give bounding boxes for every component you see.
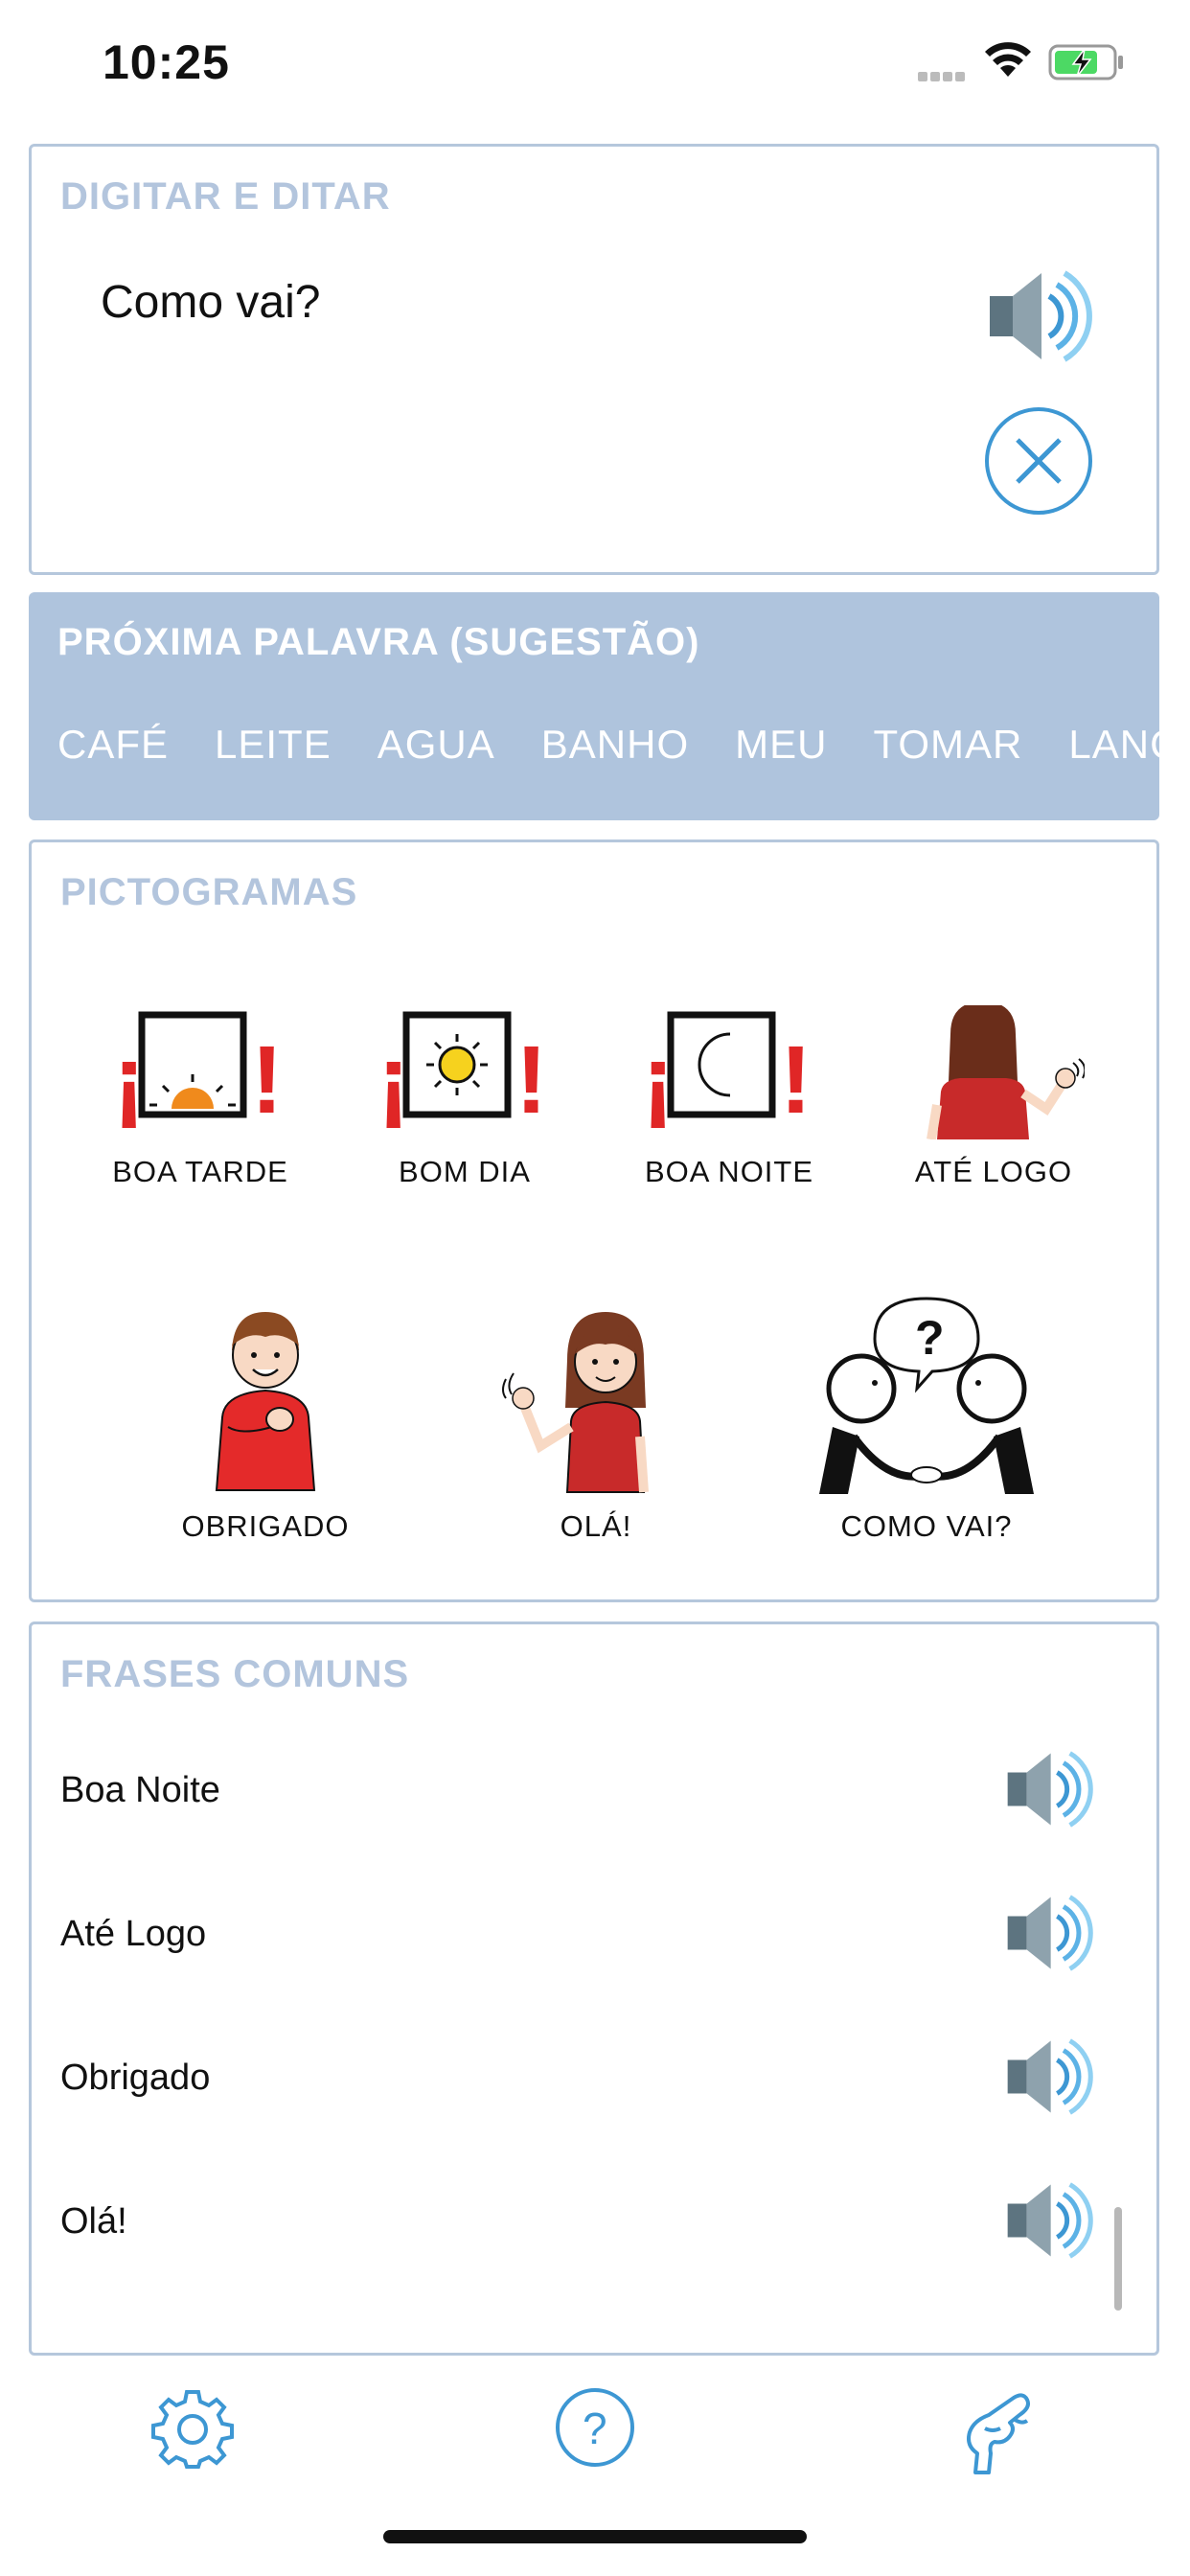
pictogram-como-vai[interactable]: ? COMO VAI? [802, 1293, 1051, 1544]
hand-icon[interactable] [956, 2386, 1039, 2478]
pictogram-ola[interactable]: OLÁ! [471, 1302, 721, 1544]
phrase-text: Olá! [60, 2201, 127, 2242]
suggestions-title: PRÓXIMA PALAVRA (SUGESTÃO) [57, 621, 700, 663]
suggestion-word[interactable]: CAFÉ [57, 722, 169, 768]
pictogram-boa-tarde[interactable]: ¡ ! BOA TARDE [76, 1005, 325, 1189]
pictogram-boa-noite[interactable]: ¡ ! BOA NOITE [605, 1005, 854, 1189]
suggestion-word[interactable]: TOMAR [873, 722, 1022, 768]
moon-icon: ¡ ! [642, 1011, 812, 1134]
pictogram-label: COMO VAI? [840, 1509, 1013, 1543]
phrase-row[interactable]: Boa Noite [32, 1720, 1156, 1864]
cellular-signal-icon [918, 69, 972, 81]
speak-button[interactable] [982, 264, 1097, 369]
status-time: 10:25 [103, 35, 230, 89]
girl-waving-icon [502, 1312, 649, 1493]
phrase-row[interactable]: Obrigado [32, 2008, 1156, 2151]
svg-text:?: ? [583, 2404, 607, 2453]
phrase-text: Até Logo [60, 1914, 207, 1954]
phrase-text: Boa Noite [60, 1770, 220, 1810]
pictogram-label: BOM DIA [399, 1155, 531, 1188]
thankful-boy-icon [215, 1312, 316, 1491]
svg-text:!: ! [251, 1026, 283, 1134]
common-phrases-card: FRASES COMUNS Boa Noite Até Logo Obrigad… [29, 1622, 1159, 2356]
two-people-question-icon: ? [819, 1297, 1034, 1494]
suggestion-word[interactable]: BANHO [541, 722, 689, 768]
speaker-icon[interactable] [1001, 1743, 1097, 1835]
suggestion-word[interactable]: MEU [735, 722, 827, 768]
pictogram-ate-logo[interactable]: ATÉ LOGO [869, 1005, 1118, 1189]
pictogram-label: BOA TARDE [112, 1155, 288, 1188]
pictogram-label: ATÉ LOGO [914, 1155, 1073, 1188]
bottom-toolbar: ? [0, 2386, 1190, 2549]
pictograms-title: PICTOGRAMAS [60, 871, 358, 913]
svg-text:!: ! [780, 1026, 812, 1134]
sunset-icon: ¡ ! [113, 1011, 283, 1134]
suggestion-word[interactable]: AGUA [378, 722, 495, 768]
gear-icon[interactable] [151, 2386, 234, 2469]
status-bar: 10:25 [0, 0, 1190, 134]
scrollbar[interactable] [1114, 2207, 1122, 2311]
person-waving-back-icon [927, 1005, 1085, 1139]
phrases-title: FRASES COMUNS [60, 1653, 410, 1695]
clear-text-button[interactable] [985, 407, 1092, 515]
speaker-icon[interactable] [1001, 2031, 1097, 2123]
pictogram-label: OBRIGADO [181, 1509, 350, 1543]
dictation-title: DIGITAR E DITAR [60, 175, 391, 218]
phrase-text: Obrigado [60, 2058, 211, 2098]
svg-text:?: ? [915, 1311, 945, 1365]
phrase-row[interactable]: Olá! [32, 2151, 1156, 2295]
pictogram-bom-dia[interactable]: ¡ ! BOM DIA [340, 1005, 589, 1189]
help-icon[interactable]: ? [554, 2386, 636, 2469]
battery-charging-icon [1048, 44, 1123, 80]
pictogram-label: BOA NOITE [644, 1155, 814, 1188]
pictogram-label: OLÁ! [560, 1509, 632, 1543]
phrase-row[interactable]: Até Logo [32, 1864, 1156, 2008]
pictograms-card: PICTOGRAMAS ¡ ! BOA TARDE ¡ ! BOM DIA ¡ … [29, 840, 1159, 1602]
home-indicator [383, 2530, 807, 2543]
next-word-suggestions: PRÓXIMA PALAVRA (SUGESTÃO) CAFÉ LEITE AGUA… [29, 592, 1159, 820]
suggestion-word[interactable]: LANC [1068, 722, 1159, 768]
svg-text:!: ! [515, 1026, 547, 1134]
wifi-icon [985, 42, 1031, 77]
suggestion-list: CAFÉ LEITE AGUA BANHO MEU TOMAR LANC [57, 722, 1159, 768]
speaker-icon[interactable] [1001, 1887, 1097, 1979]
sun-icon: ¡ ! [378, 1011, 547, 1134]
dictation-text-input[interactable]: Como vai? [101, 276, 320, 329]
pictogram-obrigado[interactable]: OBRIGADO [141, 1302, 390, 1544]
speaker-icon[interactable] [1001, 2174, 1097, 2266]
dictation-card: DIGITAR E DITAR Como vai? [29, 144, 1159, 575]
suggestion-word[interactable]: LEITE [215, 722, 332, 768]
close-icon [1016, 438, 1062, 484]
